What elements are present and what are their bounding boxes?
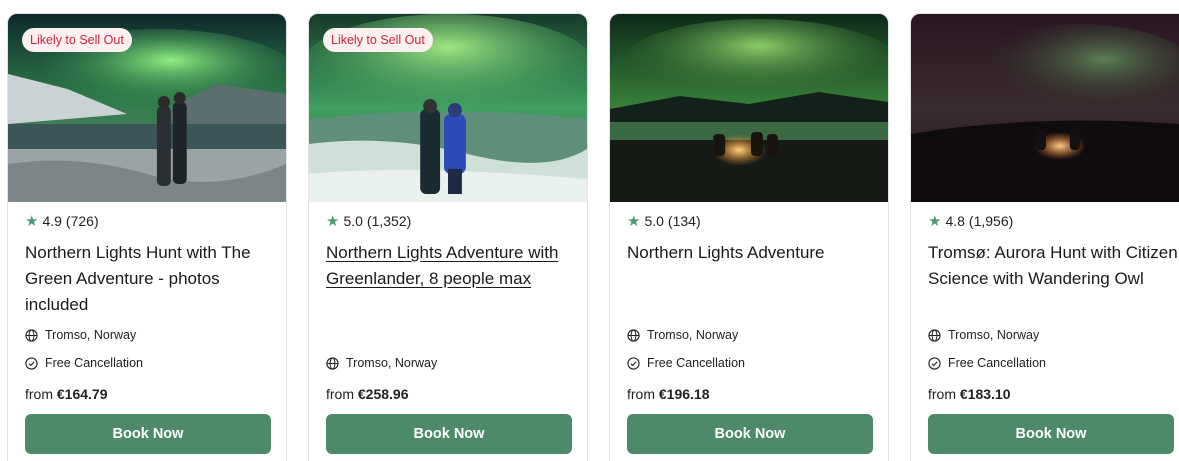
book-now-button[interactable]: Book Now <box>928 414 1174 454</box>
price-value: €164.79 <box>56 386 108 402</box>
location-text: Tromso, Norway <box>948 328 1040 342</box>
rating: ★ 4.9 (726) <box>25 213 99 229</box>
star-icon: ★ <box>627 212 641 230</box>
check-circle-icon <box>928 356 941 370</box>
location: Tromso, Norway <box>928 328 1039 342</box>
cancellation-text: Free Cancellation <box>948 356 1046 370</box>
price: from €196.18 <box>627 386 710 402</box>
star-icon: ★ <box>928 212 942 230</box>
rating: ★ 5.0 (134) <box>627 213 701 229</box>
tour-photo[interactable] <box>610 14 888 202</box>
free-cancellation: Free Cancellation <box>25 356 143 370</box>
rating: ★ 5.0 (1,352) <box>326 213 411 229</box>
tour-photo[interactable] <box>911 14 1179 202</box>
price-value: €196.18 <box>658 386 710 402</box>
review-count: (1,352) <box>366 213 412 229</box>
tour-title[interactable]: Northern Lights Hunt with The Green Adve… <box>25 240 275 318</box>
tour-card[interactable]: ★ 5.0 (134) Northern Lights Adventure Tr… <box>609 13 889 461</box>
location: Tromso, Norway <box>627 328 738 342</box>
location-text: Tromso, Norway <box>647 328 739 342</box>
tour-photo[interactable]: Likely to Sell Out <box>8 14 286 202</box>
price-prefix: from <box>627 386 655 402</box>
globe-icon <box>627 328 640 342</box>
star-icon: ★ <box>25 212 39 230</box>
book-now-button[interactable]: Book Now <box>326 414 572 454</box>
tour-card-list: Likely to Sell Out ★ 4.9 (726) Northern … <box>0 0 1179 461</box>
price-prefix: from <box>25 386 53 402</box>
price: from €183.10 <box>928 386 1011 402</box>
tour-title[interactable]: Tromsø: Aurora Hunt with Citizen Science… <box>928 240 1178 292</box>
book-now-button[interactable]: Book Now <box>25 414 271 454</box>
price-prefix: from <box>928 386 956 402</box>
rating: ★ 4.8 (1,956) <box>928 213 1013 229</box>
tour-title[interactable]: Northern Lights Adventure <box>627 240 877 266</box>
location-text: Tromso, Norway <box>346 356 438 370</box>
rating-score: 4.9 <box>42 213 62 229</box>
cancellation-text: Free Cancellation <box>45 356 143 370</box>
tour-title[interactable]: Northern Lights Adventure with Greenland… <box>326 240 576 292</box>
check-circle-icon <box>25 356 38 370</box>
tour-card[interactable]: Likely to Sell Out ★ 5.0 (1,352) Norther… <box>308 13 588 461</box>
tour-card[interactable]: Likely to Sell Out ★ 4.9 (726) Northern … <box>7 13 287 461</box>
likely-to-sell-out-badge: Likely to Sell Out <box>323 28 433 52</box>
review-count: (134) <box>667 213 701 229</box>
star-icon: ★ <box>326 212 340 230</box>
free-cancellation: Free Cancellation <box>928 356 1046 370</box>
price-prefix: from <box>326 386 354 402</box>
tour-card[interactable]: ★ 4.8 (1,956) Tromsø: Aurora Hunt with C… <box>910 13 1179 461</box>
free-cancellation: Free Cancellation <box>627 356 745 370</box>
location: Tromso, Norway <box>326 356 437 370</box>
price: from €164.79 <box>25 386 108 402</box>
book-now-button[interactable]: Book Now <box>627 414 873 454</box>
globe-icon <box>326 356 339 370</box>
globe-icon <box>25 328 38 342</box>
price-value: €183.10 <box>959 386 1011 402</box>
location-text: Tromso, Norway <box>45 328 137 342</box>
price-value: €258.96 <box>357 386 409 402</box>
review-count: (1,956) <box>968 213 1014 229</box>
cancellation-text: Free Cancellation <box>647 356 745 370</box>
rating-score: 5.0 <box>343 213 363 229</box>
rating-score: 5.0 <box>644 213 664 229</box>
review-count: (726) <box>65 213 99 229</box>
check-circle-icon <box>627 356 640 370</box>
likely-to-sell-out-badge: Likely to Sell Out <box>22 28 132 52</box>
location: Tromso, Norway <box>25 328 136 342</box>
tour-photo[interactable]: Likely to Sell Out <box>309 14 587 202</box>
globe-icon <box>928 328 941 342</box>
price: from €258.96 <box>326 386 409 402</box>
rating-score: 4.8 <box>945 213 965 229</box>
